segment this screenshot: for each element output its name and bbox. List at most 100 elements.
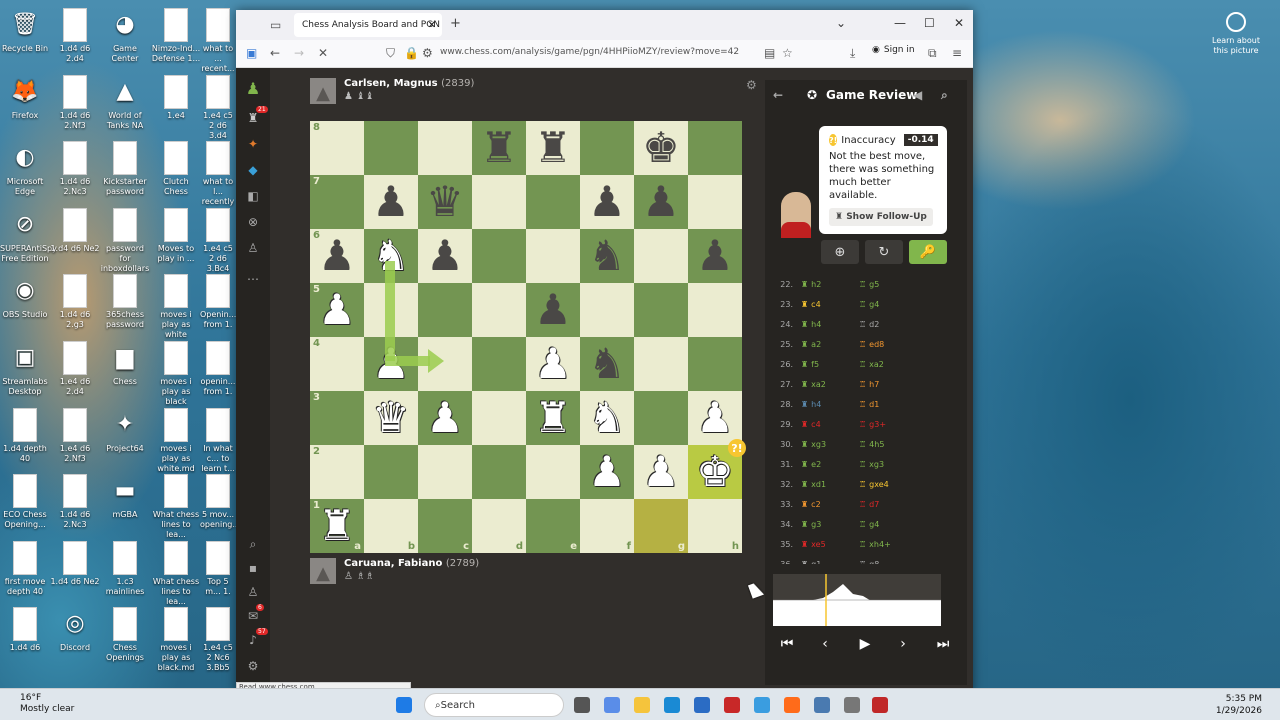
board-square[interactable]: ♟ xyxy=(418,391,472,445)
black-piece[interactable]: ♜ xyxy=(480,127,518,169)
desktop-icon[interactable]: Openin... from 1. xyxy=(200,270,236,336)
board-square[interactable]: ♜ xyxy=(472,121,526,175)
desktop-icon[interactable]: 1.e4 c5 2 d6 3.d4 xyxy=(200,71,236,140)
white-piece[interactable]: ♟ xyxy=(696,397,734,439)
white-piece[interactable]: ♟ xyxy=(642,451,680,493)
maximize-icon[interactable]: ☐ xyxy=(924,16,935,30)
desktop-icon[interactable]: 1.e4 c5 2 d6 3.Bc4 xyxy=(200,204,236,273)
board-square[interactable]: ♟ xyxy=(688,391,742,445)
board-square[interactable]: ♟ xyxy=(526,283,580,337)
puzzles-icon[interactable]: ✦ xyxy=(245,136,261,152)
desktop-icon[interactable]: Nimzo-Ind... Defense 1... xyxy=(151,4,201,70)
desktop-icon[interactable]: ◕ Game Center xyxy=(100,4,150,70)
desktop-icon[interactable]: 1.c3 mainlines xyxy=(100,537,150,603)
tune-icon[interactable]: ⚙ xyxy=(422,46,433,60)
board-square[interactable]: 3 xyxy=(310,391,364,445)
extensions-icon[interactable]: ⧉ xyxy=(928,46,937,61)
desktop-icon[interactable]: openin... from 1. xyxy=(200,337,236,403)
watch-icon[interactable]: ◧ xyxy=(245,188,261,204)
bookmark-icon[interactable]: ☆ xyxy=(782,46,793,60)
learn-icon[interactable]: ◆ xyxy=(245,162,261,178)
black-piece[interactable]: ♞ xyxy=(588,343,626,385)
white-move[interactable]: ♜ h4 xyxy=(801,320,859,329)
chess-app-icon[interactable] xyxy=(872,697,888,713)
white-piece[interactable]: ♟ xyxy=(372,343,410,385)
show-follow-up-button[interactable]: ♜ Show Follow-Up xyxy=(829,208,933,226)
menu-icon[interactable]: ≡ xyxy=(952,46,962,60)
board-square[interactable]: ♟ xyxy=(580,445,634,499)
board-square[interactable] xyxy=(472,445,526,499)
board-square[interactable]: ♟ xyxy=(526,337,580,391)
app-icon[interactable] xyxy=(724,697,740,713)
board-square[interactable] xyxy=(634,229,688,283)
board-square[interactable]: c xyxy=(418,499,472,553)
white-move[interactable]: ♜ e2 xyxy=(801,460,859,469)
board-square[interactable]: b xyxy=(364,499,418,553)
desktop-icon[interactable]: moves i play as white.md xyxy=(151,404,201,473)
desktop-icon[interactable]: 1.e4 xyxy=(151,71,201,137)
top-player[interactable]: ▲ Carlsen, Magnus (2839) ♟ ♝♝ xyxy=(310,78,474,104)
learn-about-picture[interactable]: Learn about this picture xyxy=(1206,12,1266,56)
desktop-icon[interactable]: What chess lines to lea... xyxy=(151,470,201,539)
white-move[interactable]: ♜ g3 xyxy=(801,520,859,529)
white-piece[interactable]: ♟ xyxy=(318,289,356,331)
board-square[interactable]: ♞ xyxy=(580,337,634,391)
desktop-icon[interactable]: Kickstarter password xyxy=(100,137,150,203)
black-move[interactable]: ♖ xh4+ xyxy=(859,540,917,549)
bottom-player[interactable]: ▲ Caruana, Fabiano (2789) ♙ ♗♗ xyxy=(310,558,479,584)
file-explorer-icon[interactable] xyxy=(634,697,650,713)
reload-icon[interactable]: ✕ xyxy=(318,46,328,60)
desktop-icon[interactable]: password for inboxdollars xyxy=(100,204,150,273)
black-piece[interactable]: ♜ xyxy=(534,127,572,169)
more-icon[interactable]: … xyxy=(245,268,261,284)
black-move[interactable]: ♖ xa2 xyxy=(859,360,917,369)
desktop-icon[interactable]: 🗑 Recycle Bin xyxy=(0,4,50,70)
white-move[interactable]: ♜ xe5 xyxy=(801,540,859,549)
board-square[interactable]: 2 xyxy=(310,445,364,499)
board-square[interactable]: 8 xyxy=(310,121,364,175)
black-piece[interactable]: ♛ xyxy=(426,181,464,223)
new-tab-icon[interactable]: + xyxy=(450,16,461,31)
board-square[interactable] xyxy=(472,391,526,445)
desktop-icon[interactable]: 🦊 Firefox xyxy=(0,71,50,137)
black-move[interactable]: ♖ g5 xyxy=(859,280,917,289)
black-piece[interactable]: ♟ xyxy=(372,181,410,223)
board-square[interactable] xyxy=(364,283,418,337)
desktop-icon[interactable]: moves i play as black xyxy=(151,337,201,406)
board-square[interactable]: ♟ xyxy=(364,175,418,229)
address-bar[interactable]: www.chess.com/analysis/game/pgn/4HHPiioM… xyxy=(440,47,739,57)
chess-logo-icon[interactable]: ♟ xyxy=(245,79,261,98)
close-tab-icon[interactable]: ✕ xyxy=(428,20,436,31)
board-square[interactable] xyxy=(688,337,742,391)
desktop-icon[interactable]: what to ... recent... xyxy=(200,4,236,73)
desktop-icon[interactable]: ▲ World of Tanks NA xyxy=(100,71,150,137)
white-move[interactable]: ♜ c4 xyxy=(801,300,859,309)
desktop-icon[interactable]: 1.d4 depth 40 xyxy=(0,404,50,470)
forward-icon[interactable]: → xyxy=(294,46,304,60)
retry-button[interactable]: ↻ xyxy=(865,240,903,264)
next-move-button[interactable]: › xyxy=(885,632,921,656)
desktop-icon[interactable]: 365chess password xyxy=(100,270,150,336)
white-piece[interactable]: ♟ xyxy=(588,451,626,493)
white-move[interactable]: ♜ c4 xyxy=(801,420,859,429)
store-icon[interactable] xyxy=(694,697,710,713)
board-settings-icon[interactable]: ⚙ xyxy=(746,78,757,92)
start-icon[interactable] xyxy=(396,697,412,713)
desktop-icon[interactable]: ⊘ SUPERAntiSpy Free Edition xyxy=(0,204,57,270)
board-square[interactable]: e xyxy=(526,499,580,553)
desktop-icon[interactable]: 1.d4 d6 xyxy=(0,603,50,669)
board-square[interactable] xyxy=(634,391,688,445)
black-move[interactable]: ♖ g4 xyxy=(859,520,917,529)
white-piece[interactable]: ♟ xyxy=(426,397,464,439)
white-piece[interactable]: ♚ xyxy=(696,451,734,493)
white-move[interactable]: ♜ xg3 xyxy=(801,440,859,449)
white-move[interactable]: ♜ c2 xyxy=(801,500,859,509)
board-square[interactable]: 4 xyxy=(310,337,364,391)
tab-overview-icon[interactable]: ▭ xyxy=(270,18,281,32)
board-square[interactable] xyxy=(688,175,742,229)
black-move[interactable]: ♖ g4 xyxy=(859,300,917,309)
desktop-icon[interactable]: 1.e4 c5 2 Nc6 3.Bb5 xyxy=(200,603,236,672)
board-square[interactable]: d xyxy=(472,499,526,553)
download-icon[interactable]: ⤓ xyxy=(850,46,855,61)
desktop-icon[interactable]: What chess lines to lea... xyxy=(151,537,201,606)
